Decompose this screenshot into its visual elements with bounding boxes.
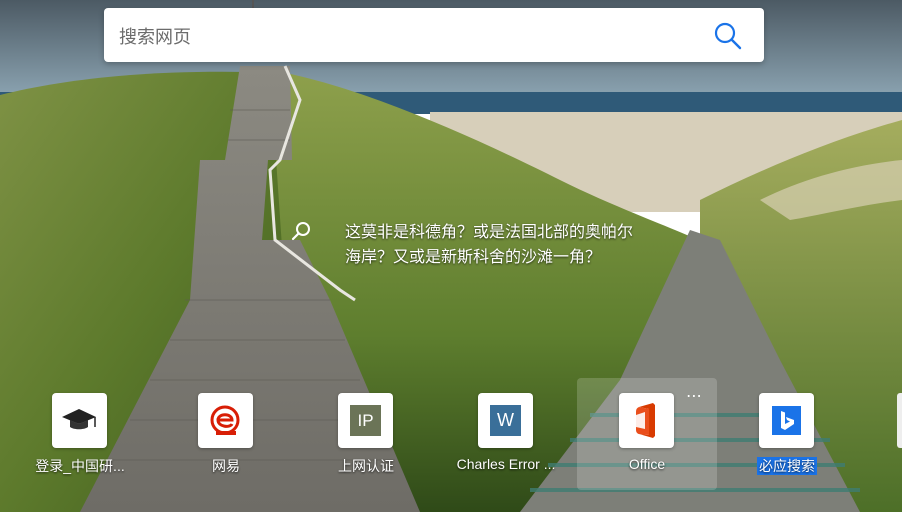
word-glyph: W xyxy=(490,405,521,436)
office-icon xyxy=(619,393,674,448)
search-box[interactable]: 搜索网页 xyxy=(104,8,764,62)
more-options-icon[interactable]: ⋯ xyxy=(686,386,703,406)
search-icon[interactable] xyxy=(712,20,744,52)
quick-link-label: Office xyxy=(628,456,666,472)
caption-text[interactable]: 这莫非是科德角？或是法国北部的奥帕尔 海岸？又或是新斯科舍的沙滩一角？ xyxy=(345,220,633,270)
quick-link-netease[interactable]: 网易 xyxy=(156,378,296,490)
partial-tile[interactable] xyxy=(897,393,902,448)
quick-link-label: 网易 xyxy=(212,458,240,474)
graduation-cap-icon xyxy=(52,393,107,448)
ip-icon: IP xyxy=(338,393,393,448)
quick-link-network-auth[interactable]: IP 上网认证 xyxy=(296,378,436,490)
quick-link-office[interactable]: ⋯ Office xyxy=(577,378,717,490)
word-icon: W xyxy=(478,393,533,448)
netease-logo-icon xyxy=(198,393,253,448)
quick-link-label: 登录_中国研... xyxy=(35,458,125,474)
quick-link-label: 必应搜索 xyxy=(757,457,817,475)
quick-links: 登录_中国研... 网易 IP 上网认证 W Charles Error ... xyxy=(0,378,902,490)
magnifier-icon[interactable] xyxy=(290,220,312,242)
quick-link-bing[interactable]: 必应搜索 xyxy=(717,378,857,490)
quick-link-charles-error[interactable]: W Charles Error ... xyxy=(436,378,576,490)
quick-link-login[interactable]: 登录_中国研... xyxy=(10,378,150,490)
quick-link-label: Charles Error ... xyxy=(456,456,556,472)
search-placeholder: 搜索网页 xyxy=(119,27,191,47)
bing-icon xyxy=(759,393,814,448)
caption-line-1: 这莫非是科德角？或是法国北部的奥帕尔 xyxy=(345,224,634,241)
quick-link-label: 上网认证 xyxy=(338,458,394,474)
ip-glyph: IP xyxy=(350,405,381,436)
caption-line-2: 海岸？又或是新斯科舍的沙滩一角？ xyxy=(345,249,602,266)
